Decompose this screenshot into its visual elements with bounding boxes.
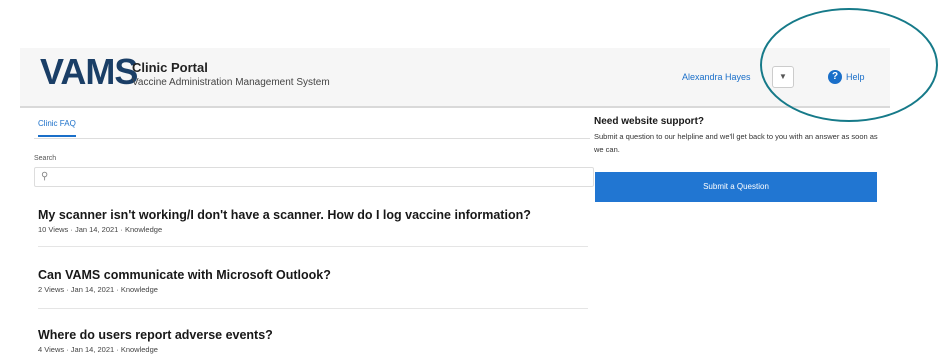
help-icon[interactable]: ?	[828, 70, 842, 84]
article-title[interactable]: Where do users report adverse events?	[38, 328, 588, 342]
help-link[interactable]: Help	[846, 72, 865, 82]
tab-bar-divider	[34, 138, 590, 139]
article-item[interactable]: My scanner isn't working/I don't have a …	[38, 208, 588, 234]
article-meta: 4 Views · Jan 14, 2021 · Knowledge	[38, 345, 158, 354]
support-description: Submit a question to our helpline and we…	[594, 132, 878, 154]
search-icon: ⚲	[41, 171, 49, 182]
article-item[interactable]: Can VAMS communicate with Microsoft Outl…	[38, 268, 588, 294]
article-meta: 2 Views · Jan 14, 2021 · Knowledge	[38, 285, 158, 294]
user-name-link[interactable]: Alexandra Hayes	[682, 72, 751, 82]
article-item[interactable]: Where do users report adverse events? 4 …	[38, 328, 588, 354]
article-title[interactable]: My scanner isn't working/I don't have a …	[38, 208, 588, 222]
user-menu-dropdown-button[interactable]: ▼	[772, 66, 794, 88]
chevron-down-icon: ▼	[779, 72, 787, 81]
app-subtitle: Vaccine Administration Management System	[132, 77, 330, 88]
article-divider	[38, 246, 588, 247]
header-bar: VAMS Clinic Portal Vaccine Administratio…	[20, 48, 890, 108]
article-meta: 10 Views · Jan 14, 2021 · Knowledge	[38, 225, 163, 234]
support-title: Need website support?	[594, 116, 705, 127]
tab-clinic-faq[interactable]: Clinic FAQ	[38, 119, 76, 137]
submit-question-button[interactable]: Submit a Question	[595, 172, 877, 202]
app-title: Clinic Portal	[132, 60, 208, 75]
article-divider	[38, 308, 588, 309]
search-label: Search	[34, 155, 57, 162]
vams-logo: VAMS	[40, 51, 138, 92]
search-input[interactable]: ⚲	[34, 167, 594, 187]
article-title[interactable]: Can VAMS communicate with Microsoft Outl…	[38, 268, 588, 282]
